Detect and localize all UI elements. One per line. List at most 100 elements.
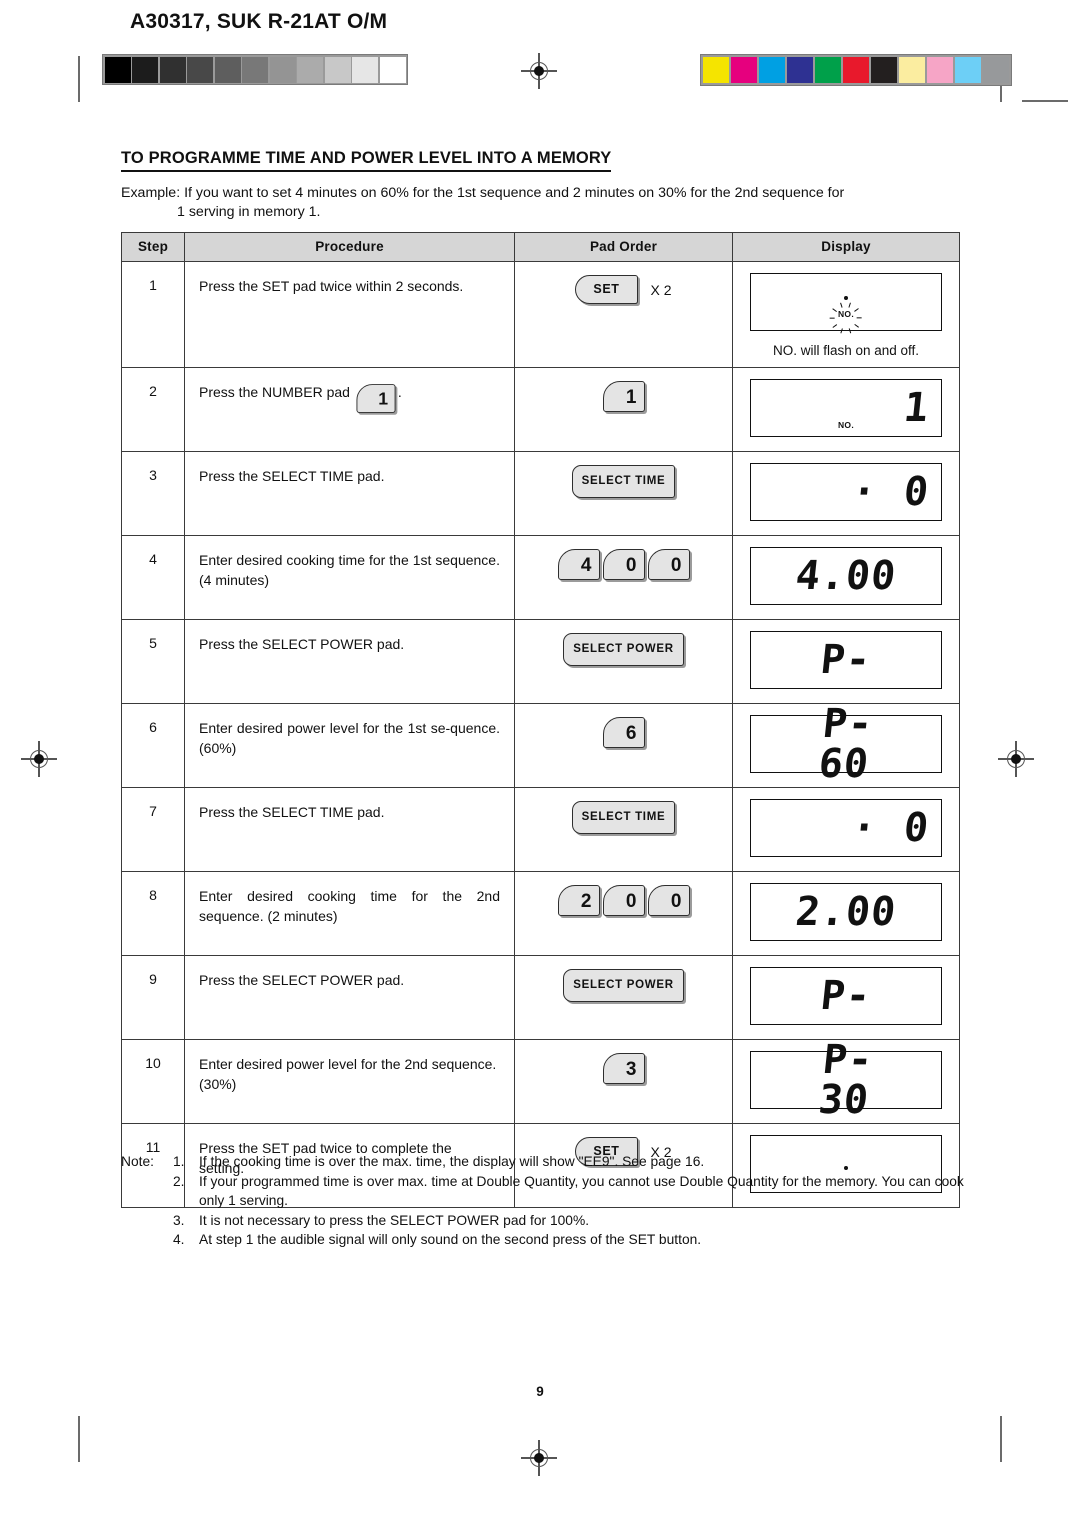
number-pad-0[interactable]: 0	[647, 885, 690, 916]
gray-patch-6	[269, 56, 296, 83]
step-number: 4	[121, 535, 185, 620]
note-text: If your programmed time is over max. tim…	[199, 1173, 964, 1209]
display-cell: NO. NO. will flash on and off.	[732, 261, 960, 368]
procedure-text: Press the SELECT POWER pad.	[184, 955, 515, 1040]
registration-mark-bottom-center	[521, 1440, 557, 1476]
crop-mark-bottom-right	[1000, 1416, 1002, 1462]
example-line-1: Example: If you want to set 4 minutes on…	[121, 185, 845, 201]
gray-patch-7	[297, 56, 323, 83]
registration-mark-right	[998, 741, 1034, 777]
lcd-display: P-	[750, 631, 942, 689]
pad-order-cell: SELECT POWER	[514, 955, 733, 1040]
lcd-segment-value: 0	[901, 805, 932, 851]
color-patch-7	[899, 57, 925, 83]
set-pad[interactable]: SET	[575, 275, 638, 304]
table-body: 1 Press the SET pad twice within 2 second…	[121, 261, 960, 1208]
flash-ray	[832, 323, 838, 328]
number-pad-4[interactable]: 4	[557, 549, 600, 580]
number-pad-0[interactable]: 0	[602, 549, 645, 580]
example-line-2: 1 serving in memory 1.	[177, 204, 321, 220]
note-text: It is not necessary to press the SELECT …	[199, 1212, 590, 1228]
select-pad-select-power[interactable]: SELECT POWER	[563, 633, 684, 666]
lcd-display: P-30	[750, 1037, 942, 1123]
step-number: 3	[121, 451, 185, 536]
color-patch-0	[703, 57, 729, 83]
color-patch-4	[815, 57, 841, 83]
number-pad-0[interactable]: 0	[602, 885, 645, 916]
number-pad-6[interactable]: 6	[602, 717, 645, 748]
procedure-text: Press the NUMBER pad 1.	[184, 367, 515, 452]
table-row: 3 Press the SELECT TIME pad. SELECT TIME · 0	[121, 451, 960, 536]
flash-ray	[829, 317, 835, 319]
table-row: 6 Enter desired power level for the 1st s…	[121, 701, 960, 788]
lcd-segment-value: P-60	[816, 701, 876, 787]
gray-patch-10	[379, 56, 406, 83]
table-row: 9 Press the SELECT POWER pad. SELECT POWER…	[121, 955, 960, 1040]
pad-order-cell: 1	[514, 367, 733, 452]
flash-ray	[854, 308, 859, 313]
gray-patch-8	[324, 56, 351, 83]
column-header-pad-order: Pad Order	[514, 232, 733, 262]
notes-label	[121, 1172, 173, 1211]
select-pad-select-time[interactable]: SELECT TIME	[571, 801, 676, 834]
step-number: 10	[121, 1039, 185, 1124]
table-row: 10 Enter desired power level for the 2nd …	[121, 1037, 960, 1124]
procedure-text: Press the SET pad twice within 2 seconds…	[184, 261, 515, 368]
gray-patch-9	[352, 56, 378, 83]
number-pad-1[interactable]: 1	[602, 381, 645, 412]
color-patch-2	[759, 57, 785, 83]
flash-ray	[840, 328, 843, 334]
lcd-display: NO.	[750, 273, 942, 334]
pad-press-count: X 2	[650, 281, 672, 298]
note-text: If the cooking time is over the max. tim…	[199, 1154, 705, 1169]
display-cell: 1 NO.	[732, 367, 960, 452]
select-pad-select-time[interactable]: SELECT TIME	[571, 465, 676, 498]
color-patch-1	[731, 57, 757, 83]
gray-patch-5	[242, 56, 268, 83]
flash-ray	[848, 302, 852, 308]
display-caption: NO. will flash on and off.	[772, 343, 920, 358]
display-cell: 2.00	[732, 871, 960, 956]
crop-mark-top-left	[78, 56, 80, 102]
flash-ray	[840, 302, 843, 308]
lcd-display: 4.00	[750, 547, 942, 605]
note-item: 3. It is not necessary to press the SELEC…	[121, 1211, 981, 1231]
select-pad-select-power[interactable]: SELECT POWER	[563, 969, 684, 1002]
color-patch-8	[927, 57, 953, 83]
note-text: At step 1 the audible signal will only s…	[199, 1232, 702, 1247]
table-row: 1 Press the SET pad twice within 2 second…	[121, 261, 960, 368]
lcd-no-label: NO.	[837, 420, 855, 430]
note-item: Note: 1. If the cooking time is over the m…	[121, 1152, 981, 1172]
example-paragraph: Example: If you want to set 4 minutes on…	[121, 184, 966, 222]
display-cell: · 0	[732, 451, 960, 536]
grayscale-calibration-bar	[102, 54, 408, 85]
notes-label: Note:	[121, 1154, 154, 1169]
procedure-text: Enter desired power level for the 2nd se…	[184, 1039, 515, 1124]
step-number: 6	[121, 703, 185, 788]
registration-mark-left	[21, 741, 57, 777]
step-number: 9	[121, 955, 185, 1040]
color-patch-10	[983, 57, 1009, 83]
number-pad-1[interactable]: 1	[356, 384, 396, 413]
number-pad-0[interactable]: 0	[647, 549, 690, 580]
column-header-procedure: Procedure	[184, 232, 515, 262]
note-number: 1.	[173, 1154, 185, 1169]
table-header-row: Step Procedure Pad Order Display	[121, 232, 960, 262]
column-header-step: Step	[121, 232, 185, 262]
pad-order-cell: 400	[514, 535, 733, 620]
lcd-display: 2.00	[750, 883, 942, 941]
notes-label	[121, 1211, 173, 1231]
display-cell: P-	[732, 619, 960, 704]
display-cell: 4.00	[732, 535, 960, 620]
pad-order-cell: SELECT TIME	[514, 787, 733, 872]
flash-ray	[854, 323, 859, 328]
color-patch-5	[843, 57, 869, 83]
crop-mark-top-right-h	[1022, 100, 1068, 102]
page-number: 9	[536, 1384, 544, 1399]
number-pad-3[interactable]: 3	[602, 1053, 645, 1084]
table-row: 5 Press the SELECT POWER pad. SELECT POWER…	[121, 619, 960, 704]
number-pad-2[interactable]: 2	[557, 885, 600, 916]
lcd-decimal-dot: ·	[849, 469, 880, 515]
crop-mark-bottom-left	[78, 1416, 80, 1462]
registration-mark-top-center	[521, 53, 557, 89]
